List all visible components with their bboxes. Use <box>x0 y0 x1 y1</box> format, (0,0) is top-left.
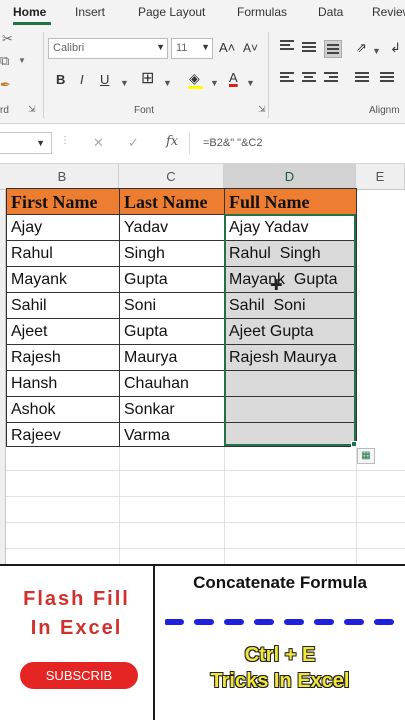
enter-icon[interactable]: ✓ <box>128 135 139 151</box>
borders-icon[interactable]: ⊞ <box>141 71 154 87</box>
align-top-icon[interactable] <box>280 40 294 52</box>
tab-page-layout[interactable]: Page Layout <box>138 5 205 19</box>
increase-indent-icon[interactable] <box>380 72 394 84</box>
align-bottom-icon[interactable] <box>324 40 342 58</box>
tab-home[interactable]: Home <box>13 5 46 19</box>
copy-icon[interactable]: ⧉ <box>0 54 9 68</box>
font-name-value: Calibri <box>53 42 85 54</box>
clipboard-group-label: rd <box>0 105 9 116</box>
increase-font-button[interactable]: A˄ <box>219 40 235 56</box>
align-left-icon[interactable] <box>280 72 294 84</box>
formula-input[interactable]: =B2&" "&C2 <box>203 137 262 149</box>
ribbon-tabs: Home Insert Page Layout Formulas Data Re… <box>0 0 405 26</box>
tab-formulas[interactable]: Formulas <box>237 5 287 19</box>
ribbon-separator <box>268 32 269 118</box>
align-center-icon[interactable] <box>302 72 316 84</box>
fill-color-dropdown-icon[interactable]: ▼ <box>210 75 219 91</box>
formula-bar-grip-icon[interactable]: ⋮ <box>60 135 70 146</box>
font-color-dropdown-icon[interactable]: ▼ <box>246 75 255 91</box>
concatenate-formula-label: Concatenate Formula <box>193 573 367 592</box>
formula-bar: ▼ ⋮ ✕ ✓ fx =B2&" "&C2 <box>0 124 405 164</box>
tab-data[interactable]: Data <box>318 5 343 19</box>
flash-fill-subtitle: In Excel <box>30 617 123 639</box>
ribbon-separator <box>43 32 44 118</box>
tab-insert[interactable]: Insert <box>75 5 105 19</box>
borders-dropdown-icon[interactable]: ▼ <box>163 75 172 91</box>
column-header-e[interactable]: E <box>356 164 405 190</box>
worksheet-grid[interactable]: B C D E First Name Last Name Full Name A… <box>0 164 405 564</box>
column-header-b[interactable]: B <box>6 164 119 190</box>
cancel-icon[interactable]: ✕ <box>93 135 104 151</box>
decrease-font-button[interactable]: A˅ <box>243 40 258 56</box>
font-group-label: Font <box>134 105 155 116</box>
name-box[interactable]: ▼ <box>0 132 52 154</box>
fill-handle[interactable] <box>351 441 357 447</box>
fill-color-swatch <box>188 86 203 89</box>
fill-color-icon[interactable]: ◈ <box>189 70 200 86</box>
column-header-c[interactable]: C <box>119 164 224 190</box>
bold-button[interactable]: B <box>56 72 65 88</box>
column-header-row: B C D E <box>0 164 405 190</box>
tab-review[interactable]: Review <box>372 5 405 19</box>
format-painter-icon[interactable]: ✒ <box>0 78 11 92</box>
align-right-icon[interactable] <box>324 72 338 84</box>
clipboard-launcher-icon[interactable]: ⇲ <box>28 104 36 115</box>
clipboard-group: ✂ ⧉ ▼ ✒ <box>0 30 42 100</box>
flash-fill-options-icon[interactable]: ▦ <box>357 448 375 464</box>
wrap-text-icon[interactable]: ↲ <box>390 40 401 56</box>
shortcut-label: Ctrl + E <box>244 644 316 666</box>
flash-fill-title: Flash Fill <box>23 588 130 610</box>
orientation-icon[interactable]: ⇗ <box>356 40 367 56</box>
underline-button[interactable]: U <box>100 72 109 88</box>
font-color-button[interactable]: A <box>229 70 238 86</box>
align-middle-icon[interactable] <box>302 42 316 54</box>
insert-function-button[interactable]: fx <box>166 134 178 149</box>
column-header-d[interactable]: D <box>224 164 356 190</box>
active-tab-indicator <box>13 22 51 25</box>
decrease-indent-icon[interactable] <box>355 72 369 84</box>
chevron-down-icon: ▼ <box>36 138 45 148</box>
gridline <box>6 496 405 497</box>
gridline <box>6 548 405 549</box>
orientation-dropdown-icon[interactable]: ▼ <box>372 43 381 59</box>
cut-icon[interactable]: ✂ <box>2 32 13 46</box>
promo-banner: Flash Fill In Excel SUBSCRIB Concatenate… <box>0 564 405 720</box>
font-size-select[interactable]: 11 ▼ <box>171 38 213 59</box>
underline-dropdown-icon[interactable]: ▼ <box>120 75 129 91</box>
dashed-divider <box>165 619 405 625</box>
italic-button[interactable]: I <box>80 72 84 88</box>
selection-outline <box>224 214 356 446</box>
ribbon: Home Insert Page Layout Formulas Data Re… <box>0 0 405 124</box>
formula-bar-separator <box>189 132 190 154</box>
font-launcher-icon[interactable]: ⇲ <box>258 104 266 115</box>
gridline <box>6 522 405 523</box>
subscribe-button[interactable]: SUBSCRIB <box>20 662 138 689</box>
gridline <box>6 470 405 471</box>
alignment-group-label: Alignm <box>369 105 400 116</box>
cursor-icon: ✚ <box>270 277 283 294</box>
font-name-select[interactable]: Calibri ▼ <box>48 38 168 59</box>
chevron-down-icon: ▼ <box>201 42 210 52</box>
chevron-down-icon: ▼ <box>156 42 165 52</box>
font-size-value: 11 <box>176 42 188 54</box>
tricks-label: Tricks In Excel <box>210 670 350 692</box>
copy-dropdown-icon[interactable]: ▼ <box>18 54 26 68</box>
